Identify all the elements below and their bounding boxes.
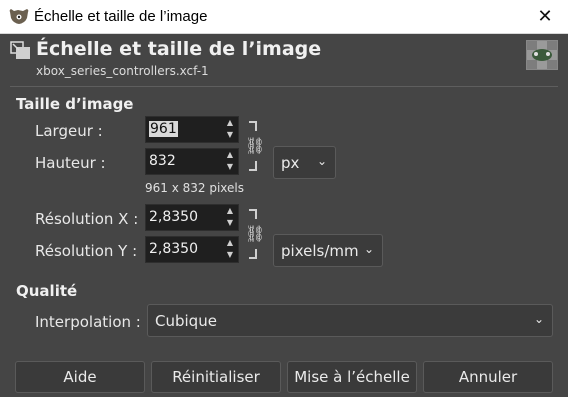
scale-image-icon: [10, 41, 30, 59]
resolution-x-value[interactable]: 2,8350: [149, 209, 198, 225]
spin-down-icon[interactable]: ▼: [222, 161, 238, 173]
quality-section-title: Qualité: [16, 282, 78, 300]
chain-link-icon[interactable]: ⛓: [245, 136, 265, 155]
width-label: Largeur :: [35, 122, 103, 140]
resolution-x-spinbox[interactable]: 2,8350 ▲ ▼: [145, 204, 239, 231]
resolution-x-spin-arrows[interactable]: ▲ ▼: [222, 205, 238, 230]
width-spin-arrows[interactable]: ▲ ▼: [222, 117, 238, 142]
spin-down-icon[interactable]: ▼: [222, 129, 238, 141]
window-title: Échelle et taille de l’image: [34, 8, 208, 25]
interpolation-value: Cubique: [155, 312, 217, 330]
interpolation-label: Interpolation :: [35, 313, 141, 331]
interpolation-select[interactable]: Cubique ⌄: [147, 304, 553, 337]
resolution-y-spinbox[interactable]: 2,8350 ▲ ▼: [145, 236, 239, 263]
resolution-y-value[interactable]: 2,8350: [149, 241, 198, 257]
cancel-button[interactable]: Annuler: [423, 361, 553, 393]
resolution-chain-toggle[interactable]: ⛓: [245, 209, 265, 259]
size-unit-value: px: [281, 154, 300, 172]
header-divider: [10, 86, 558, 87]
spin-down-icon[interactable]: ▼: [222, 217, 238, 229]
size-unit-select[interactable]: px ⌄: [273, 146, 336, 179]
spin-up-icon[interactable]: ▲: [222, 205, 238, 217]
chain-bracket-top: [249, 209, 257, 219]
size-chain-toggle[interactable]: ⛓: [245, 121, 265, 171]
chain-link-icon[interactable]: ⛓: [245, 224, 265, 243]
chain-bracket-bottom: [249, 249, 257, 259]
resolution-unit-select[interactable]: pixels/mm ⌄: [273, 234, 383, 267]
height-spinbox[interactable]: 832 ▲ ▼: [145, 148, 239, 175]
resolution-y-label: Résolution Y :: [35, 242, 138, 260]
resolution-y-spin-arrows[interactable]: ▲ ▼: [222, 237, 238, 262]
spin-up-icon[interactable]: ▲: [222, 237, 238, 249]
scale-button[interactable]: Mise à l’échelle: [287, 361, 417, 393]
height-label: Hauteur :: [35, 154, 106, 172]
height-spin-arrows[interactable]: ▲ ▼: [222, 149, 238, 174]
size-info: 961 x 832 pixels: [145, 181, 245, 195]
width-spinbox[interactable]: 961 ▲ ▼: [145, 116, 239, 143]
dialog-header: Échelle et taille de l’image xbox_series…: [0, 34, 568, 82]
chevron-down-icon: ⌄: [363, 242, 374, 256]
close-button[interactable]: ✕: [522, 0, 568, 33]
spin-down-icon[interactable]: ▼: [222, 249, 238, 261]
header-subtitle: xbox_series_controllers.xcf-1: [36, 64, 209, 78]
height-value[interactable]: 832: [149, 153, 176, 169]
spin-up-icon[interactable]: ▲: [222, 149, 238, 161]
chain-bracket-top: [249, 121, 257, 131]
help-button[interactable]: Aide: [15, 361, 145, 393]
chevron-down-icon: ⌄: [316, 154, 327, 168]
spin-up-icon[interactable]: ▲: [222, 117, 238, 129]
gimp-icon: [9, 9, 29, 24]
resolution-x-label: Résolution X :: [35, 210, 139, 228]
width-value[interactable]: 961: [149, 121, 178, 137]
chain-bracket-bottom: [249, 161, 257, 171]
reset-button[interactable]: Réinitialiser: [151, 361, 281, 393]
window-titlebar: Échelle et taille de l’image ✕: [0, 0, 568, 34]
chevron-down-icon: ⌄: [533, 312, 544, 326]
image-thumbnail: [526, 40, 558, 70]
image-size-section-title: Taille d’image: [16, 95, 134, 113]
resolution-unit-value: pixels/mm: [281, 242, 359, 260]
header-title: Échelle et taille de l’image: [36, 38, 322, 60]
